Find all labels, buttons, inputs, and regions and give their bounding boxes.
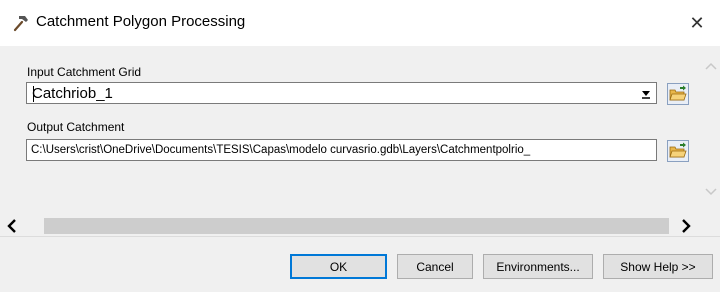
- scroll-up-icon[interactable]: [704, 60, 718, 74]
- ok-button[interactable]: OK: [290, 254, 387, 279]
- input-catchment-grid-dropdown[interactable]: Catchriob_1: [26, 82, 657, 104]
- vertical-scrollbar[interactable]: [702, 46, 720, 236]
- title-bar: Catchment Polygon Processing ✕: [0, 0, 720, 46]
- hammer-icon: [10, 13, 30, 33]
- window-title: Catchment Polygon Processing: [36, 13, 246, 30]
- dialog-footer: OK Cancel Environments... Show Help >>: [0, 236, 720, 292]
- show-help-button[interactable]: Show Help >>: [603, 254, 713, 279]
- scroll-left-icon[interactable]: [4, 218, 20, 234]
- horizontal-scroll-thumb[interactable]: [44, 218, 669, 234]
- open-folder-icon: [669, 142, 687, 158]
- chevron-down-icon[interactable]: [638, 85, 654, 101]
- scroll-right-icon[interactable]: [678, 218, 694, 234]
- cancel-button[interactable]: Cancel: [397, 254, 473, 279]
- input-catchment-grid-label: Input Catchment Grid: [27, 65, 142, 79]
- output-catchment-field[interactable]: C:\Users\crist\OneDrive\Documents\TESIS\…: [26, 139, 657, 161]
- environments-button[interactable]: Environments...: [483, 254, 593, 279]
- output-catchment-label: Output Catchment: [27, 120, 125, 134]
- horizontal-scrollbar[interactable]: [0, 217, 702, 236]
- input-catchment-grid-value: Catchriob_1: [32, 85, 113, 102]
- browse-output-button[interactable]: [667, 140, 689, 162]
- open-folder-icon: [669, 85, 687, 101]
- close-icon: ✕: [689, 12, 705, 33]
- scroll-down-icon[interactable]: [704, 184, 718, 198]
- browse-input-button[interactable]: [667, 83, 689, 105]
- output-catchment-value: C:\Users\crist\OneDrive\Documents\TESIS\…: [31, 144, 531, 156]
- close-button[interactable]: ✕: [674, 0, 720, 46]
